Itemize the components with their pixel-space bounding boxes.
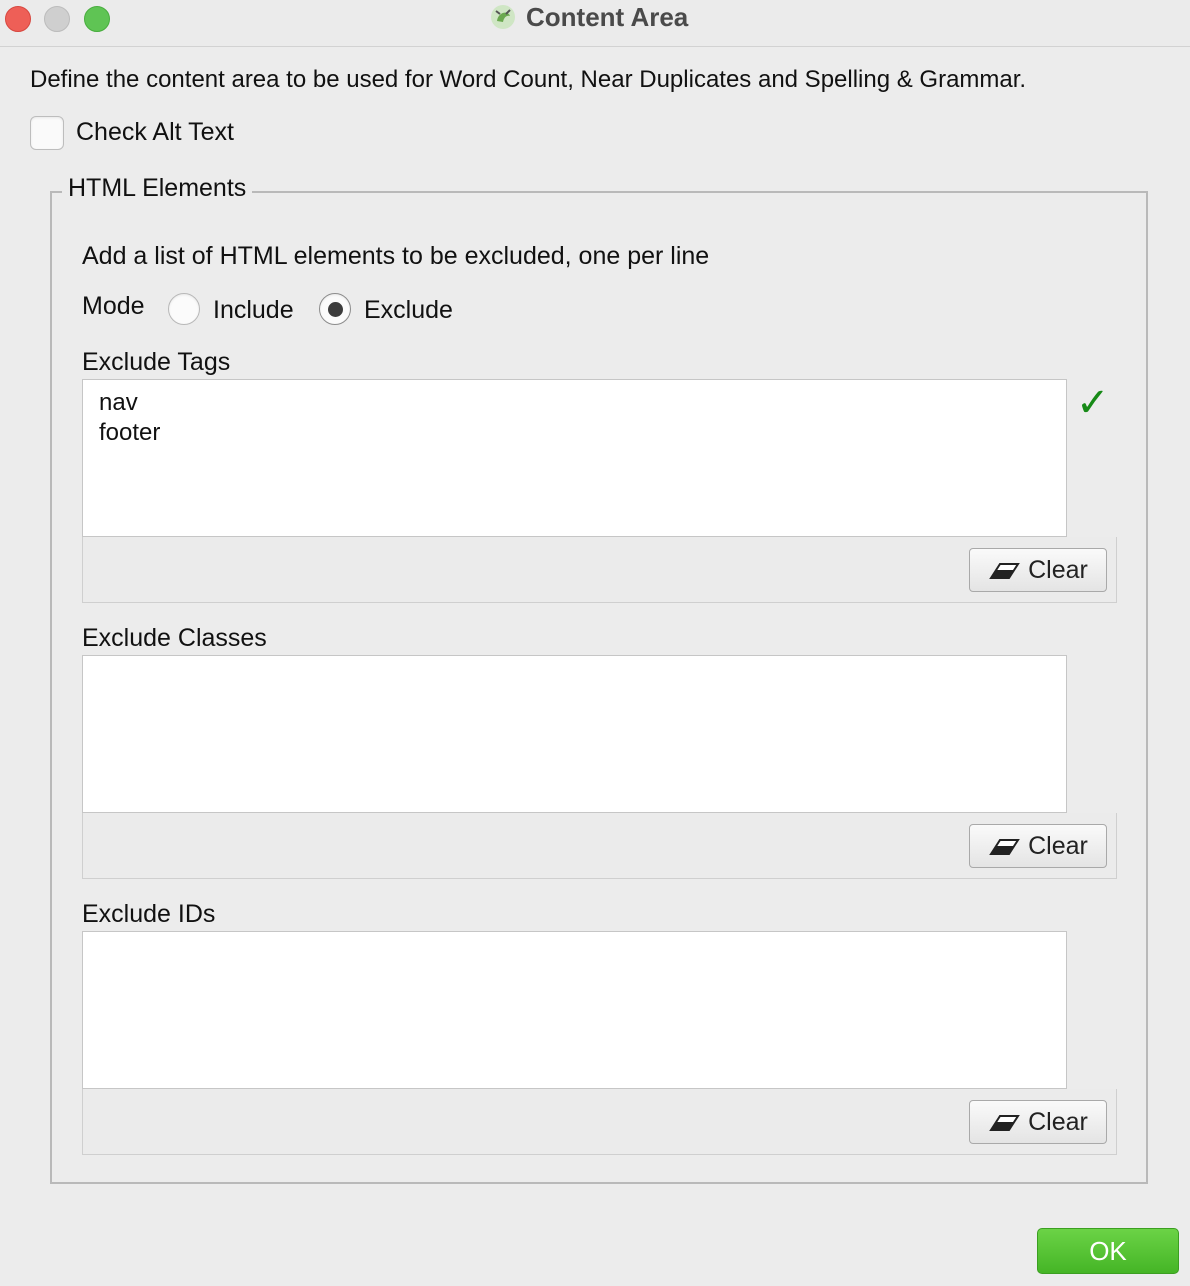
- check-alt-text-checkbox[interactable]: [30, 116, 64, 150]
- exclude-tags-button-bar: Clear: [82, 537, 1117, 603]
- exclude-ids-label: Exclude IDs: [82, 900, 216, 928]
- eraser-icon: [989, 563, 1020, 579]
- exclude-tags-line: footer: [99, 419, 161, 446]
- exclude-ids-button-bar: Clear: [82, 1089, 1117, 1155]
- screaming-frog-icon: [491, 5, 515, 29]
- zoom-window-button[interactable]: [84, 6, 110, 32]
- window-title-group: Content Area: [488, 2, 688, 32]
- clear-label: Clear: [1028, 831, 1088, 860]
- mode-label: Mode: [82, 292, 145, 320]
- window-title: Content Area: [526, 1, 689, 32]
- mode-exclude-label[interactable]: Exclude: [364, 296, 453, 325]
- exclude-ids-clear-button[interactable]: Clear: [969, 1100, 1107, 1144]
- eraser-icon: [989, 839, 1020, 855]
- clear-label: Clear: [1028, 555, 1088, 584]
- radio-selected-dot: [328, 302, 343, 317]
- title-bar: Content Area: [0, 0, 1190, 47]
- mode-include-radio[interactable]: [168, 293, 200, 325]
- exclude-ids-textarea[interactable]: [82, 931, 1067, 1089]
- checkmark-icon: ✓: [1076, 381, 1110, 425]
- exclude-tags-textarea[interactable]: nav footer: [82, 379, 1067, 537]
- exclude-classes-button-bar: Clear: [82, 813, 1117, 879]
- clear-label: Clear: [1028, 1107, 1088, 1136]
- minimize-window-button[interactable]: [44, 6, 70, 32]
- exclude-tags-clear-button[interactable]: Clear: [969, 548, 1107, 592]
- mode-include-label[interactable]: Include: [213, 296, 294, 325]
- description-text: Define the content area to be used for W…: [30, 66, 1027, 93]
- exclude-classes-textarea[interactable]: [82, 655, 1067, 813]
- html-elements-group-title: HTML Elements: [62, 174, 253, 203]
- exclude-classes-label: Exclude Classes: [82, 624, 267, 652]
- check-alt-text-label[interactable]: Check Alt Text: [76, 118, 234, 147]
- exclude-tags-line: nav: [99, 389, 138, 416]
- instruction-text: Add a list of HTML elements to be exclud…: [82, 242, 710, 270]
- exclude-classes-clear-button[interactable]: Clear: [969, 824, 1107, 868]
- close-window-button[interactable]: [5, 6, 31, 32]
- exclude-tags-label: Exclude Tags: [82, 348, 231, 376]
- ok-button[interactable]: OK: [1037, 1228, 1179, 1274]
- mode-exclude-radio[interactable]: [319, 293, 351, 325]
- eraser-icon: [989, 1115, 1020, 1131]
